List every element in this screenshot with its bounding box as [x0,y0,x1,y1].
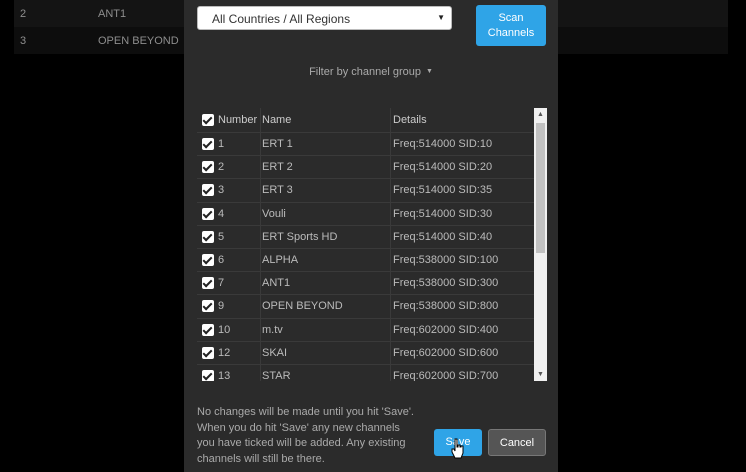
channel-name: ERT 3 [260,179,390,202]
scan-channels-button[interactable]: Scan Channels [476,5,546,46]
channel-checkbox[interactable] [201,230,214,243]
channel-details: Freq:514000 SID:10 [390,133,534,156]
channel-checkbox[interactable] [201,207,214,220]
channel-list[interactable]: Number Name Details 1 ERT 1 Freq:514000 SI… [197,108,547,381]
table-header-row: Number Name Details [197,108,534,133]
table-row[interactable]: 2 ERT 2 Freq:514000 SID:20 [197,156,534,180]
channel-details: Freq:602000 SID:400 [390,318,534,341]
save-note: No changes will be made until you hit 'S… [197,406,414,465]
row-number: 3 [20,34,27,47]
channel-checkbox[interactable] [201,346,214,359]
cancel-button[interactable]: Cancel [488,429,546,456]
channel-name: SKAI [260,341,390,364]
select-all-checkbox[interactable] [201,114,214,126]
channel-details: Freq:538000 SID:800 [390,295,534,318]
channel-name: ERT 2 [260,156,390,179]
channel-name: m.tv [260,318,390,341]
table-row[interactable]: 4 Vouli Freq:514000 SID:30 [197,202,534,226]
region-select-value: All Countries / All Regions [212,12,351,26]
header-number: Number [218,114,258,126]
channel-details: Freq:514000 SID:35 [390,179,534,202]
scrollbar-thumb[interactable] [536,123,545,253]
channel-number: 12 [218,346,231,359]
scan-button-line2: Channels [487,27,535,39]
channel-name: Vouli [260,202,390,225]
channel-checkbox[interactable] [201,369,214,381]
channel-details: Freq:514000 SID:40 [390,225,534,248]
header-name: Name [260,108,390,132]
channel-checkbox[interactable] [201,323,214,336]
channel-details: Freq:514000 SID:30 [390,202,534,225]
channel-checkbox[interactable] [201,300,214,313]
channel-number: 4 [218,207,225,220]
row-name: ANT1 [98,7,127,20]
channel-number: 7 [218,277,225,290]
table-row[interactable]: 6 ALPHA Freq:538000 SID:100 [197,248,534,273]
channel-checkbox[interactable] [201,254,214,267]
region-select[interactable]: All Countries / All Regions ▼ [197,6,452,30]
scan-button-line1: Scan [498,12,524,24]
caret-down-icon: ▼ [425,68,433,75]
channel-name: STAR [260,364,390,381]
table-row[interactable]: 5 ERT Sports HD Freq:514000 SID:40 [197,225,534,249]
table-row[interactable]: 12 SKAI Freq:602000 SID:600 [197,341,534,365]
channel-details: Freq:602000 SID:700 [390,364,534,381]
table-row[interactable]: 13 STAR Freq:602000 SID:700 [197,364,534,381]
filter-label: Filter by channel group [309,66,421,78]
channel-number: 2 [218,161,225,174]
table-row[interactable]: 7 ANT1 Freq:538000 SID:300 [197,272,534,296]
channel-checkbox[interactable] [201,277,214,290]
channel-number: 6 [218,254,225,267]
channel-details: Freq:602000 SID:600 [390,341,534,364]
channel-name: OPEN BEYOND [260,295,390,318]
scroll-down-arrow-icon[interactable]: ▼ [534,368,547,381]
scan-channels-modal: All Countries / All Regions ▼ Scan Chann… [184,0,558,472]
table-row[interactable]: 3 ERT 3 Freq:514000 SID:35 [197,179,534,203]
channel-number: 5 [218,230,225,243]
channel-number: 10 [218,323,231,336]
channel-number: 3 [218,184,225,197]
channel-name: ERT 1 [260,133,390,156]
hand-cursor-icon [451,438,464,459]
row-number: 2 [20,7,27,20]
table-row[interactable]: 1 ERT 1 Freq:514000 SID:10 [197,133,534,157]
channel-checkbox[interactable] [201,138,214,151]
channel-name: ALPHA [260,248,390,272]
channel-details: Freq:538000 SID:300 [390,272,534,295]
scroll-up-arrow-icon[interactable]: ▲ [534,108,547,121]
caret-down-icon: ▼ [437,13,445,22]
channel-name: ANT1 [260,272,390,295]
channel-number: 9 [218,300,225,313]
table-row[interactable]: 10 m.tv Freq:602000 SID:400 [197,318,534,342]
channel-number: 13 [218,369,231,381]
list-scrollbar[interactable]: ▲ ▼ [534,108,547,381]
filter-by-group-dropdown[interactable]: Filter by channel group ▼ [184,66,558,78]
channel-checkbox[interactable] [201,161,214,174]
channel-checkbox[interactable] [201,184,214,197]
channel-number: 1 [218,138,225,151]
channel-name: ERT Sports HD [260,225,390,248]
row-name: OPEN BEYOND [98,34,179,47]
channel-details: Freq:538000 SID:100 [390,248,534,272]
header-details: Details [390,108,534,132]
table-row[interactable]: 9 OPEN BEYOND Freq:538000 SID:800 [197,295,534,319]
channel-details: Freq:514000 SID:20 [390,156,534,179]
